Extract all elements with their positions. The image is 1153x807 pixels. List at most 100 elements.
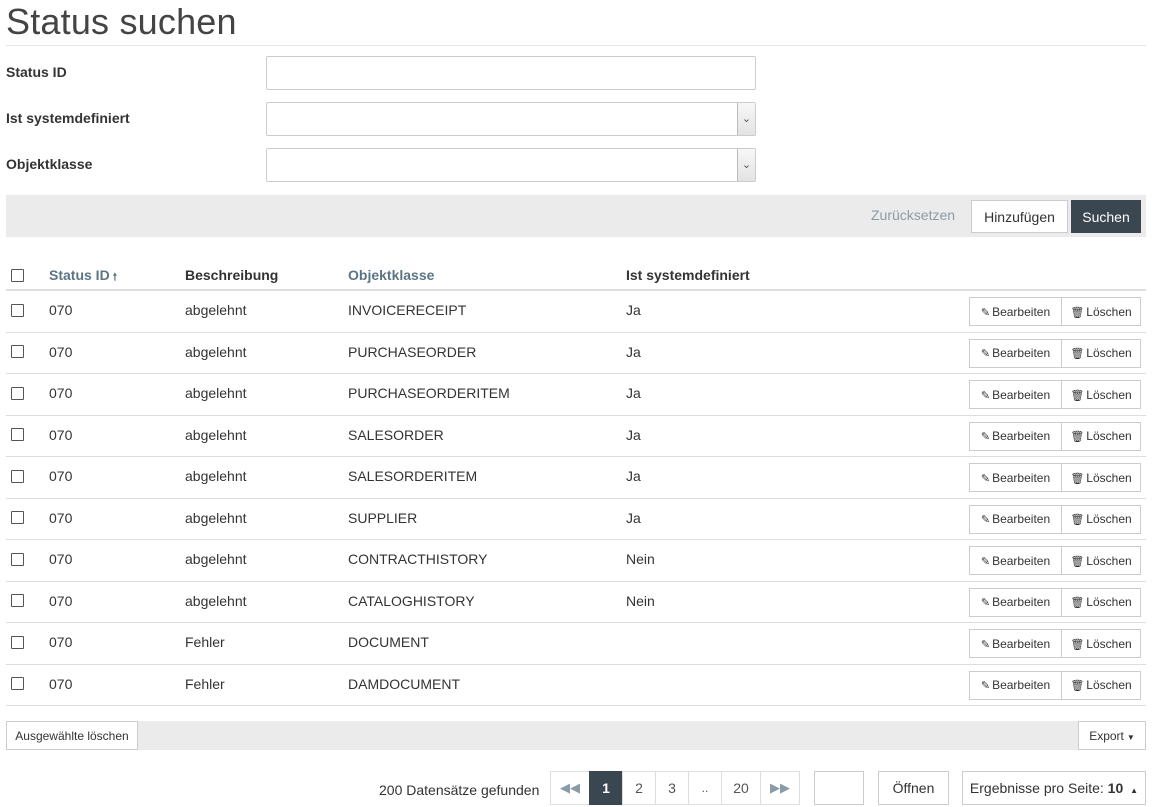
row-checkbox[interactable] [11,550,24,566]
delete-button[interactable]: 🗑 Löschen [1061,629,1141,658]
cell-ist-systemdefiniert: Ja [626,468,641,484]
row-actions: ✎ Bearbeiten 🗑 Löschen [969,297,1141,326]
row-checkbox[interactable] [11,467,24,483]
export-dropdown-button[interactable]: Export ▼ [1078,721,1146,750]
row-checkbox[interactable] [11,509,24,525]
search-action-bar: Zurücksetzen Hinzufügen Suchen [6,195,1146,237]
per-page-label: Ergebnisse pro Seite: [969,780,1104,796]
ist-systemdefiniert-label: Ist systemdefiniert [6,110,130,126]
open-page-button[interactable]: Öffnen [878,771,949,805]
trash-icon: 🗑 [1070,389,1085,402]
delete-button[interactable]: 🗑 Löschen [1061,421,1141,451]
row-actions: ✎ Bearbeiten 🗑 Löschen [969,670,1141,700]
column-header-status-id[interactable]: Status ID 🠕 [49,267,117,287]
cell-status-id: 070 [49,343,73,360]
status-id-input[interactable] [266,56,756,90]
pencil-icon: ✎ [980,680,991,692]
row-checkbox[interactable] [11,426,24,442]
edit-button[interactable]: ✎ Bearbeiten [969,421,1062,451]
delete-button[interactable]: 🗑 Löschen [1061,504,1141,534]
cell-beschreibung: abgelehnt [185,468,247,484]
search-button[interactable]: Suchen [1071,200,1141,233]
delete-button[interactable]: 🗑 Löschen [1061,546,1141,575]
delete-button[interactable]: 🗑 Löschen [1061,587,1141,617]
edit-button[interactable]: ✎ Bearbeiten [969,546,1062,575]
cell-objektklasse: DOCUMENT [348,634,429,650]
double-chevron-left-icon[interactable]: ◀◀ [550,771,590,805]
caret-down-icon: ▼ [1126,732,1135,742]
table-row: 070 abgelehnt PURCHASEORDER Ja ✎ Bearbeiten 🗑 L… [6,333,1146,374]
trash-icon: 🗑 [1070,514,1085,526]
table-row: 070 abgelehnt SALESORDER Ja ✎ Bearbeiten 🗑 Lösc… [6,416,1146,457]
row-checkbox[interactable] [11,343,24,359]
select-all-checkbox[interactable] [11,266,24,282]
cell-objektklasse: SUPPLIER [348,509,418,526]
row-checkbox[interactable] [11,384,24,400]
reset-link[interactable]: Zurücksetzen [871,207,955,223]
cell-beschreibung: abgelehnt [185,509,247,526]
trash-icon: 🗑 [1070,597,1085,609]
bulk-action-bar: Ausgewählte löschen Export ▼ [6,721,1146,750]
cell-objektklasse: CONTRACTHISTORY [348,551,488,567]
ist-systemdefiniert-select[interactable]: ⌄ [266,102,756,136]
row-actions: ✎ Bearbeiten 🗑 Löschen [969,338,1141,368]
row-actions: ✎ Bearbeiten 🗑 Löschen [969,629,1141,658]
edit-button[interactable]: ✎ Bearbeiten [969,297,1062,326]
pencil-icon: ✎ [980,306,991,319]
cell-ist-systemdefiniert: Ja [626,343,641,360]
delete-button[interactable]: 🗑 Löschen [1061,338,1141,368]
pencil-icon: ✎ [980,514,991,526]
cell-beschreibung: Fehler [185,675,225,692]
goto-page-input[interactable] [814,771,864,805]
status-id-row: Status ID [6,56,766,90]
double-chevron-right-icon[interactable]: ▶▶ [760,771,800,805]
cell-ist-systemdefiniert: Ja [626,302,641,318]
edit-button[interactable]: ✎ Bearbeiten [969,504,1062,534]
delete-button[interactable]: 🗑 Löschen [1061,670,1141,700]
cell-ist-systemdefiniert: Ja [626,385,641,401]
delete-button[interactable]: 🗑 Löschen [1061,297,1141,326]
table-row: 070 abgelehnt SALESORDERITEM Ja ✎ Bearbeiten 🗑… [6,457,1146,499]
column-header-objektklasse[interactable]: Objektklasse [348,267,434,283]
edit-button[interactable]: ✎ Bearbeiten [969,587,1062,617]
edit-button[interactable]: ✎ Bearbeiten [969,463,1062,492]
page-1-button[interactable]: 1 [589,771,623,805]
column-header-ist-systemdefiniert: Ist systemdefiniert [626,267,750,283]
row-checkbox[interactable] [11,633,24,649]
row-checkbox[interactable] [11,301,24,317]
row-actions: ✎ Bearbeiten 🗑 Löschen [969,587,1141,617]
objektklasse-select[interactable]: ⌄ [266,148,756,182]
page-2-button[interactable]: 2 [622,771,656,805]
table-row: 070 Fehler DAMDOCUMENT ✎ Bearbeiten 🗑 Löschen [6,665,1146,706]
cell-objektklasse: PURCHASEORDER [348,343,477,360]
title-divider [6,45,1146,46]
pencil-icon: ✎ [980,555,991,568]
edit-button[interactable]: ✎ Bearbeiten [969,629,1062,658]
page-ellipsis: .. [688,771,722,805]
results-table: Status ID 🠕 Beschreibung Objektklasse Ist… [6,256,1146,706]
delete-button[interactable]: 🗑 Löschen [1061,380,1141,409]
edit-button[interactable]: ✎ Bearbeiten [969,670,1062,700]
cell-beschreibung: abgelehnt [185,385,247,401]
delete-selected-button[interactable]: Ausgewählte löschen [6,721,138,750]
delete-button[interactable]: 🗑 Löschen [1061,463,1141,492]
edit-button[interactable]: ✎ Bearbeiten [969,338,1062,368]
edit-button[interactable]: ✎ Bearbeiten [969,380,1062,409]
row-actions: ✎ Bearbeiten 🗑 Löschen [969,380,1141,409]
cell-objektklasse: CATALOGHISTORY [348,592,475,609]
row-actions: ✎ Bearbeiten 🗑 Löschen [969,463,1141,492]
row-checkbox[interactable] [11,592,24,608]
results-per-page-dropdown[interactable]: Ergebnisse pro Seite: 10 ▲ [962,771,1146,805]
row-checkbox[interactable] [11,675,24,691]
chevron-down-icon[interactable]: ⌄ [737,103,755,135]
cell-ist-systemdefiniert: Nein [626,592,655,609]
row-actions: ✎ Bearbeiten 🗑 Löschen [969,504,1141,534]
cell-objektklasse: SALESORDER [348,426,444,443]
trash-icon: 🗑 [1070,472,1085,485]
cell-status-id: 070 [49,302,73,318]
page-3-button[interactable]: 3 [655,771,689,805]
page-20-button[interactable]: 20 [721,771,761,805]
table-header: Status ID 🠕 Beschreibung Objektklasse Ist… [6,256,1146,291]
add-button[interactable]: Hinzufügen [971,200,1068,233]
chevron-down-icon[interactable]: ⌄ [737,149,755,181]
